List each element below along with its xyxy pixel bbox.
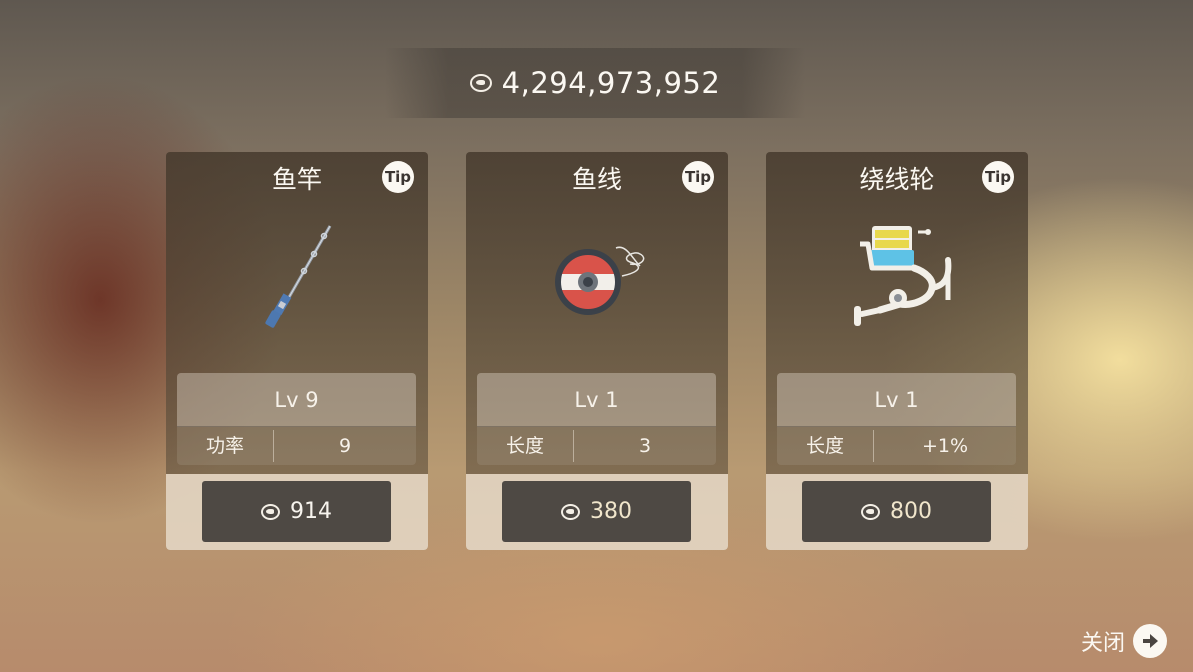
stat-row: 功率 9 <box>177 427 416 465</box>
fish-coin-icon <box>561 503 580 520</box>
card-footer: 914 <box>166 474 428 550</box>
upgrade-button[interactable]: 800 <box>802 481 991 542</box>
arrow-right-icon <box>1133 624 1167 658</box>
tip-button[interactable]: Tip <box>982 161 1014 193</box>
fish-coin-icon <box>261 503 280 520</box>
upgrade-card-rod: 鱼竿 Tip Lv 9 功率 9 914 <box>166 152 428 550</box>
price-label: 914 <box>290 499 332 524</box>
fish-coin-icon <box>469 74 492 92</box>
price-label: 380 <box>590 499 632 524</box>
stat-value: 3 <box>638 435 652 457</box>
fish-coin-icon <box>861 503 880 520</box>
fishing-reel-icon <box>854 226 952 326</box>
upgrade-card-line: 鱼线 Tip Lv 1 长度 3 380 <box>466 152 728 550</box>
close-label: 关闭 <box>1080 631 1125 656</box>
level-label: Lv 1 <box>477 373 716 427</box>
stat-value: 9 <box>338 435 352 457</box>
stats-panel: Lv 9 功率 9 <box>177 373 416 465</box>
balance-value: 4,294,973,952 <box>501 66 721 100</box>
card-footer: 380 <box>466 474 728 550</box>
upgrade-button[interactable]: 914 <box>202 481 391 542</box>
currency-balance-bar: 4,294,973,952 <box>385 48 805 118</box>
tip-button[interactable]: Tip <box>682 161 714 193</box>
price-label: 800 <box>890 499 932 524</box>
stat-row: 长度 +1% <box>777 427 1016 465</box>
level-label: Lv 1 <box>777 373 1016 427</box>
stat-row: 长度 3 <box>477 427 716 465</box>
fishing-line-spool-icon <box>555 246 645 315</box>
stats-panel: Lv 1 长度 3 <box>477 373 716 465</box>
stats-panel: Lv 1 长度 +1% <box>777 373 1016 465</box>
close-button[interactable]: 关闭 <box>1081 624 1167 658</box>
stat-label: 长度 <box>777 430 874 462</box>
tip-button[interactable]: Tip <box>382 161 414 193</box>
stat-value: +1% <box>921 435 969 457</box>
stat-label: 功率 <box>177 430 274 462</box>
upgrade-card-reel: 绕线轮 Tip Lv 1 长度 +1% 800 <box>766 152 1028 550</box>
fishing-rod-icon <box>265 225 332 328</box>
level-label: Lv 9 <box>177 373 416 427</box>
stat-label: 长度 <box>477 430 574 462</box>
card-footer: 800 <box>766 474 1028 550</box>
upgrade-button[interactable]: 380 <box>502 481 691 542</box>
